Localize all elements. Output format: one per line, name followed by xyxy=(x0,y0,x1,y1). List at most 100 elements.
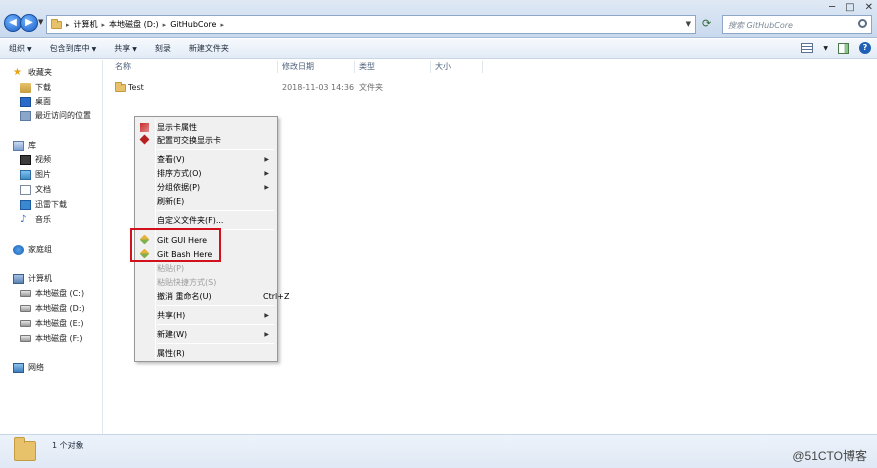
network-icon xyxy=(13,362,24,373)
preview-pane-icon[interactable] xyxy=(838,42,849,54)
chevron-down-icon[interactable]: ▼ xyxy=(823,45,828,52)
column-header-type[interactable]: 类型 xyxy=(359,61,375,73)
nav-drive-d[interactable]: 本地磁盘 (D:) xyxy=(20,303,85,314)
organize-label: 组织 xyxy=(9,44,25,53)
file-type: 文件夹 xyxy=(359,83,383,92)
nav-label: 计算机 xyxy=(28,274,52,283)
nav-recent[interactable]: 最近访问的位置 xyxy=(20,110,91,121)
nav-music[interactable]: ♪ 音乐 xyxy=(20,214,51,225)
column-divider[interactable] xyxy=(430,61,431,73)
nav-homegroup[interactable]: 家庭组 xyxy=(13,244,52,255)
breadcrumb-computer[interactable]: 计算机 xyxy=(74,19,98,30)
column-header-size[interactable]: 大小 xyxy=(435,61,451,73)
menu-share[interactable]: 共享(H) ▶ xyxy=(157,309,275,321)
submenu-arrow-icon: ▶ xyxy=(264,330,269,338)
menu-label: 新建(W) xyxy=(157,329,188,339)
new-folder-button[interactable]: 新建文件夹 xyxy=(180,43,238,54)
file-date: 2018-11-03 14:36 xyxy=(282,83,355,92)
forward-button[interactable]: ▶ xyxy=(20,14,38,32)
xunlei-icon xyxy=(20,199,31,210)
nav-computer[interactable]: 计算机 xyxy=(13,273,52,284)
menu-separator xyxy=(157,305,274,306)
homegroup-icon xyxy=(13,244,24,255)
nav-label: 收藏夹 xyxy=(28,68,52,77)
nav-label: 本地磁盘 (F:) xyxy=(35,334,83,343)
nav-documents[interactable]: 文档 xyxy=(20,184,51,195)
watermark: @51CTO博客 xyxy=(792,449,867,463)
nav-drive-c[interactable]: 本地磁盘 (C:) xyxy=(20,288,84,299)
nav-desktop[interactable]: 桌面 xyxy=(20,96,51,107)
nav-downloads[interactable]: 下载 xyxy=(20,82,51,93)
nav-label: 图片 xyxy=(35,170,51,179)
nav-label: 网络 xyxy=(28,363,44,372)
breadcrumb-githubcore[interactable]: GitHubCore xyxy=(170,20,216,29)
menu-paste: 粘贴(P) xyxy=(157,263,185,273)
nav-videos[interactable]: 视频 xyxy=(20,154,51,165)
nav-label: 本地磁盘 (C:) xyxy=(35,289,85,298)
nav-favorites[interactable]: ★ 收藏夹 xyxy=(13,67,52,78)
menu-switchable-gpu[interactable]: 配置可交换显示卡 xyxy=(157,134,221,146)
nav-pictures[interactable]: 图片 xyxy=(20,169,51,180)
window-controls: ─ □ ✕ xyxy=(829,0,873,13)
nav-drive-e[interactable]: 本地磁盘 (E:) xyxy=(20,318,84,329)
drive-icon xyxy=(20,290,31,297)
recent-pages-dropdown[interactable]: ▼ xyxy=(38,18,43,26)
help-icon[interactable]: ? xyxy=(859,42,871,54)
search-input[interactable]: 搜索 GitHubCore xyxy=(722,15,872,34)
view-options-icon[interactable] xyxy=(801,43,814,53)
menu-display-properties[interactable]: 显示卡属性 xyxy=(157,121,197,133)
downloads-folder-icon xyxy=(20,82,31,93)
share-button[interactable]: 共享 ▼ xyxy=(105,43,146,54)
minimize-icon[interactable]: ─ xyxy=(829,2,835,13)
column-divider[interactable] xyxy=(277,61,278,73)
address-box[interactable]: ▸ 计算机 ▸ 本地磁盘 (D:) ▸ GitHubCore ▸ ▼ xyxy=(46,15,696,34)
menu-view[interactable]: 查看(V) ▶ xyxy=(157,153,275,165)
close-icon[interactable]: ✕ xyxy=(865,2,873,13)
address-dropdown-icon[interactable]: ▼ xyxy=(686,20,691,28)
menu-sort[interactable]: 排序方式(O) ▶ xyxy=(157,167,275,179)
menu-refresh[interactable]: 刷新(E) xyxy=(157,195,184,207)
menu-properties[interactable]: 属性(R) xyxy=(157,347,185,359)
menu-customize-folder[interactable]: 自定义文件夹(F)... xyxy=(157,214,223,226)
include-library-button[interactable]: 包含到库中 ▼ xyxy=(41,43,106,54)
menu-label: 共享(H) xyxy=(157,310,186,320)
status-bar: 1 个对象 @51CTO博客 xyxy=(0,434,877,468)
refresh-icon[interactable]: ⟳ xyxy=(702,17,711,30)
chevron-right-icon[interactable]: ▸ xyxy=(220,21,224,29)
chevron-right-icon[interactable]: ▸ xyxy=(102,21,106,29)
nav-network[interactable]: 网络 xyxy=(13,362,44,373)
folder-icon xyxy=(14,437,36,461)
column-header-date[interactable]: 修改日期 xyxy=(282,61,314,73)
menu-new[interactable]: 新建(W) ▶ xyxy=(157,328,275,340)
menu-separator xyxy=(157,210,274,211)
include-library-label: 包含到库中 xyxy=(49,44,90,53)
folder-icon xyxy=(51,18,62,29)
menu-separator xyxy=(157,343,274,344)
burn-button[interactable]: 刻录 xyxy=(146,43,180,54)
menu-label: 排序方式(O) xyxy=(157,168,202,178)
table-row[interactable]: Test 2018-11-03 14:36 文件夹 xyxy=(112,81,442,94)
submenu-arrow-icon: ▶ xyxy=(264,155,269,163)
switchable-graphics-icon xyxy=(139,134,150,145)
address-bar-area: ◀ ▶ ▼ ▸ 计算机 ▸ 本地磁盘 (D:) ▸ GitHubCore ▸ ▼… xyxy=(0,0,877,38)
menu-undo-rename[interactable]: 撤消 重命名(U) Ctrl+Z xyxy=(157,290,289,302)
nav-xunlei[interactable]: 迅雷下载 xyxy=(20,199,67,210)
video-icon xyxy=(20,154,31,165)
nav-label: 本地磁盘 (E:) xyxy=(35,319,84,328)
chevron-right-icon[interactable]: ▸ xyxy=(163,21,167,29)
column-divider[interactable] xyxy=(354,61,355,73)
organize-button[interactable]: 组织 ▼ xyxy=(0,43,41,54)
star-icon: ★ xyxy=(13,66,22,78)
nav-libraries[interactable]: 库 xyxy=(13,140,36,151)
picture-icon xyxy=(20,169,31,180)
column-divider[interactable] xyxy=(482,61,483,73)
maximize-icon[interactable]: □ xyxy=(845,2,854,13)
breadcrumb-drive-d[interactable]: 本地磁盘 (D:) xyxy=(109,19,159,30)
nav-label: 库 xyxy=(28,141,36,150)
menu-group[interactable]: 分组依据(P) ▶ xyxy=(157,181,275,193)
nav-label: 下载 xyxy=(35,83,51,92)
column-header-name[interactable]: 名称 xyxy=(115,61,131,73)
nav-label: 最近访问的位置 xyxy=(35,111,91,120)
navigation-pane: ★ 收藏夹 下载 桌面 最近访问的位置 库 视频 图片 文档 迅雷下载 ♪ 音乐 家… xyxy=(0,60,103,434)
nav-drive-f[interactable]: 本地磁盘 (F:) xyxy=(20,333,82,344)
